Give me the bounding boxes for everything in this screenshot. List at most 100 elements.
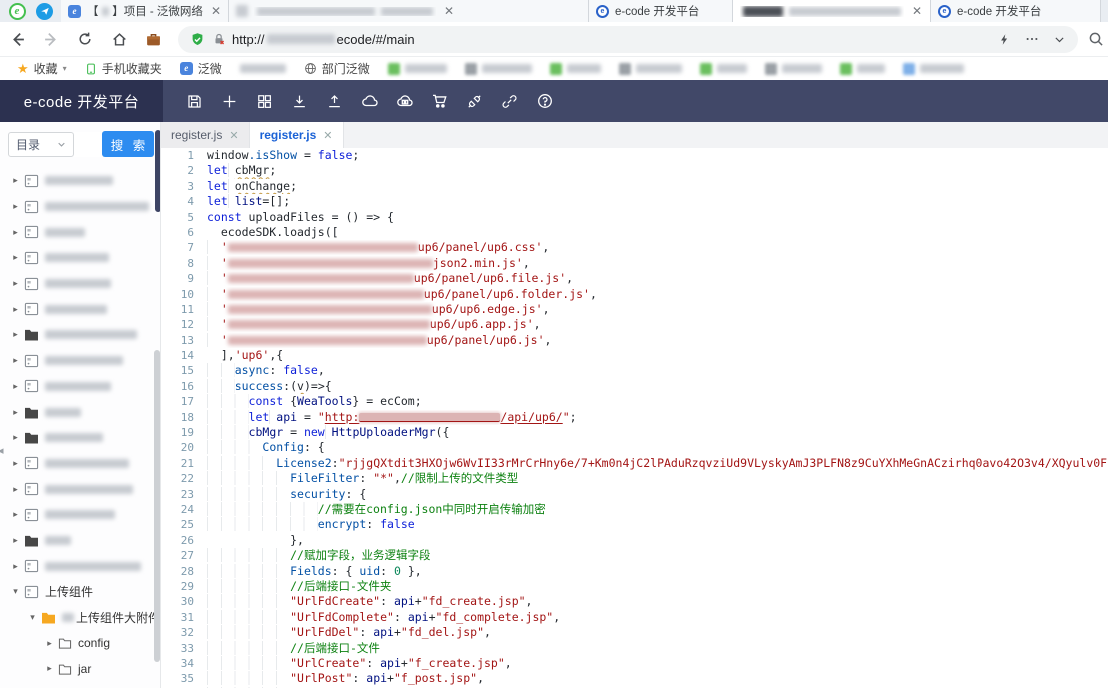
bookmark-item[interactable]	[896, 59, 971, 79]
caret-down-icon[interactable]: ▾	[27, 612, 38, 623]
editor-tab[interactable]: register.js ✕	[161, 122, 250, 148]
bookmark-item[interactable]	[693, 59, 754, 79]
tree-item[interactable]: ▸	[0, 168, 160, 194]
chevron-down-icon[interactable]	[1053, 33, 1066, 46]
tree-item[interactable]: ▸	[0, 245, 160, 271]
browser-tab[interactable]: e e-code 开发平台	[589, 0, 733, 22]
tree-item[interactable]: ▸	[0, 219, 160, 245]
caret-down-icon[interactable]: ▾	[10, 586, 21, 597]
tree-item[interactable]: ▸ jar	[0, 656, 160, 682]
tree-item[interactable]: ▸	[0, 296, 160, 322]
bolt-icon[interactable]	[998, 33, 1011, 46]
more-menu-icon[interactable]	[1025, 32, 1039, 46]
tree-item[interactable]: ▸	[0, 322, 160, 348]
upload-button[interactable]	[317, 80, 352, 122]
search-sidebar-button[interactable]	[1088, 25, 1108, 53]
bookmark-item[interactable]	[543, 59, 608, 79]
bookmark-item[interactable]: ★ 收藏 ▾	[10, 59, 74, 79]
close-tab-icon[interactable]: ✕	[211, 4, 221, 18]
bookmark-item[interactable]: 手机收藏夹	[78, 59, 169, 79]
caret-right-icon[interactable]: ▸	[10, 484, 21, 495]
caret-right-icon[interactable]: ▸	[44, 638, 55, 649]
browser-tab[interactable]: e 【】项目 - 泛微网络 ✕	[61, 0, 229, 22]
plugin-button[interactable]	[457, 80, 492, 122]
caret-right-icon[interactable]: ▸	[10, 252, 21, 263]
caret-right-icon[interactable]: ▸	[10, 227, 21, 238]
tree-item[interactable]: ▸	[0, 399, 160, 425]
tree-item[interactable]: ▸	[0, 451, 160, 477]
redacted-code	[359, 412, 501, 422]
tree-item[interactable]: ▸	[0, 271, 160, 297]
caret-right-icon[interactable]: ▸	[10, 535, 21, 546]
editor-tab-active[interactable]: register.js ✕	[249, 122, 344, 148]
forward-button[interactable]	[34, 25, 68, 53]
caret-right-icon[interactable]: ▸	[10, 201, 21, 212]
bookmark-item[interactable]: e 泛微	[173, 59, 229, 79]
bookmark-item[interactable]	[833, 59, 892, 79]
home-button[interactable]	[102, 25, 136, 53]
sidebar-search-input[interactable]	[74, 131, 102, 157]
redacted-favicon	[618, 62, 631, 75]
save-button[interactable]	[177, 80, 212, 122]
bookmark-item[interactable]	[458, 59, 539, 79]
caret-right-icon[interactable]: ▸	[10, 304, 21, 315]
safety-shield-icon[interactable]	[190, 32, 205, 47]
url-field[interactable]: http:// ecode/#/main	[178, 25, 1078, 53]
download-button[interactable]	[282, 80, 317, 122]
browser-tab[interactable]: ✕	[733, 0, 931, 22]
code-area[interactable]: 1 window.isShow = false; 2 let cbMgr; 3 let o…	[161, 148, 1108, 688]
tree-item[interactable]: ▸	[0, 476, 160, 502]
sidebar-collapse-handle[interactable]: ◂	[0, 444, 4, 457]
tree-item[interactable]: ▸	[0, 194, 160, 220]
sidebar-scrollbar-thumb[interactable]	[154, 350, 160, 662]
caret-right-icon[interactable]: ▸	[10, 381, 21, 392]
code-text: License2:"rjjgQXtdit3HXOjw6WvII33rMrCrHn…	[207, 455, 1108, 471]
caret-right-icon[interactable]: ▸	[10, 432, 21, 443]
caret-right-icon[interactable]: ▸	[10, 509, 21, 520]
browser-tab[interactable]: ✕	[229, 0, 589, 22]
bookmark-item[interactable]	[758, 59, 829, 79]
lock-alert-icon[interactable]	[212, 32, 226, 46]
back-button[interactable]	[0, 25, 34, 53]
close-tab-icon[interactable]: ✕	[912, 4, 922, 18]
caret-right-icon[interactable]: ▸	[10, 175, 21, 186]
caret-right-icon[interactable]: ▸	[10, 355, 21, 366]
url-text: http:// ecode/#/main	[232, 31, 415, 47]
tree-item[interactable]: ▸	[0, 348, 160, 374]
caret-right-icon[interactable]: ▸	[10, 407, 21, 418]
tree-item[interactable]: ▾ 上传组件大附件	[0, 605, 160, 631]
caret-right-icon[interactable]: ▸	[44, 663, 55, 674]
mode-select[interactable]: 目录	[8, 131, 74, 157]
tree-item[interactable]: ▸	[0, 502, 160, 528]
close-tab-icon[interactable]: ✕	[229, 129, 238, 142]
caret-right-icon[interactable]: ▸	[10, 278, 21, 289]
browser-menu-button[interactable]: e	[0, 0, 34, 22]
bookmark-item[interactable]	[233, 59, 293, 79]
bookmark-item[interactable]: 部门泛微	[297, 59, 377, 79]
pinned-extension-icon[interactable]	[36, 2, 53, 20]
tree-item[interactable]: ▾ 上传组件	[0, 579, 160, 605]
tree-item[interactable]: ▸	[0, 425, 160, 451]
cloud-deploy-button[interactable]	[387, 80, 422, 122]
tree-item[interactable]: ▸ config	[0, 630, 160, 656]
caret-right-icon[interactable]: ▸	[10, 561, 21, 572]
link-button[interactable]	[492, 80, 527, 122]
sidebar-search-button[interactable]: 搜 索	[102, 131, 154, 157]
close-tab-icon[interactable]: ✕	[444, 4, 454, 18]
caret-right-icon[interactable]: ▸	[10, 329, 21, 340]
market-button[interactable]	[422, 80, 457, 122]
tree-item[interactable]: ▸	[0, 553, 160, 579]
cloud-button[interactable]	[352, 80, 387, 122]
bookmark-item[interactable]	[612, 59, 689, 79]
browser-tab[interactable]: e e-code 开发平台	[931, 0, 1101, 22]
caret-right-icon[interactable]: ▸	[10, 458, 21, 469]
new-button[interactable]	[212, 80, 247, 122]
reload-button[interactable]	[68, 25, 102, 53]
toolbox-icon[interactable]	[136, 25, 170, 53]
tree-item[interactable]: ▸	[0, 374, 160, 400]
close-tab-icon[interactable]: ✕	[323, 129, 332, 142]
modules-button[interactable]	[247, 80, 282, 122]
tree-item[interactable]: ▸	[0, 528, 160, 554]
bookmark-item[interactable]	[381, 59, 454, 79]
help-button[interactable]	[527, 80, 562, 122]
